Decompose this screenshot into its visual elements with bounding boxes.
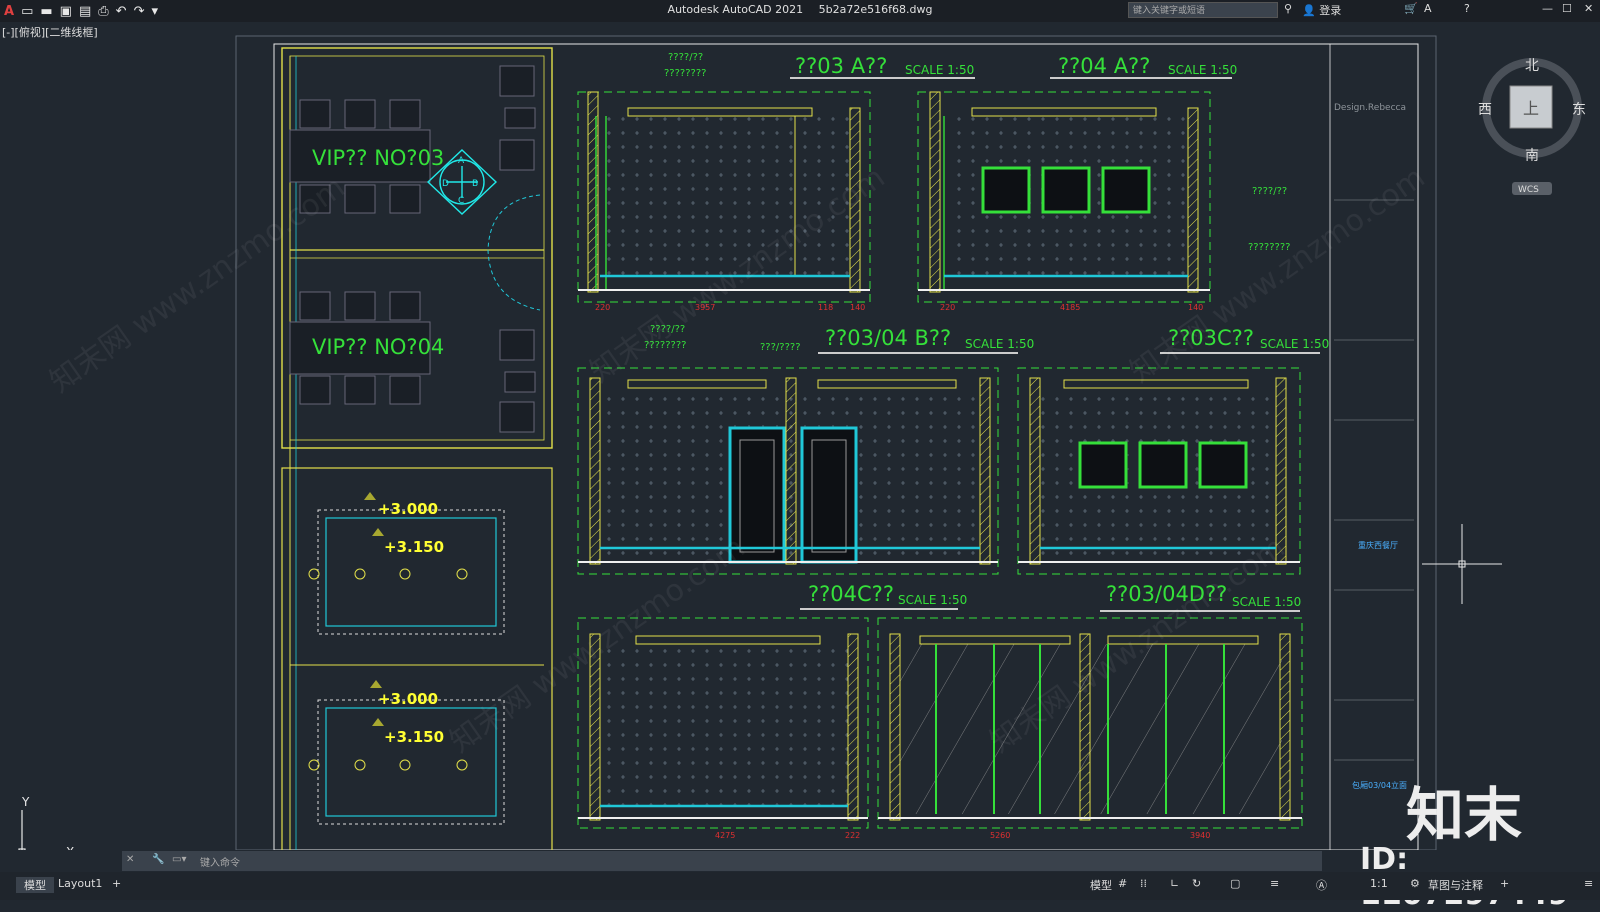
elevation-0304d: ??03/04D?? SCALE 1:50 — [877, 582, 1303, 829]
compass-east[interactable]: 东 — [1572, 102, 1586, 118]
command-line[interactable]: ✕ 🔧 ▭▾ 键入命令 — [122, 851, 1322, 871]
lineweight-icon[interactable]: ≡ — [1270, 877, 1279, 890]
ortho-icon[interactable]: ∟ — [1170, 877, 1179, 890]
elevation-04a: ??04 A?? SCALE 1:50 — [917, 54, 1237, 303]
room-label-vip04: VIP?? NO?04 — [312, 335, 444, 359]
compass-north[interactable]: 北 — [1525, 58, 1539, 74]
dim-a-4: 140 — [850, 303, 865, 312]
wcs-label: WCS — [1518, 185, 1539, 195]
title-block-project: 重庆西餐厅 — [1358, 540, 1398, 550]
elevation-scale-04a: SCALE 1:50 — [1168, 63, 1237, 77]
object-snap-icon[interactable]: ▢ — [1230, 877, 1240, 890]
ucs-y-label: Y — [21, 795, 30, 809]
elevation-title-0304b: ??03/04 B?? — [825, 326, 951, 350]
viewcube-top-label: 上 — [1523, 99, 1539, 118]
login-button[interactable]: 👤 登录 — [1302, 2, 1341, 18]
ucs-x-label: X — [66, 845, 74, 850]
ceiling-level-4: +3.150 — [384, 728, 444, 746]
dim-e-1: 5260 — [990, 831, 1010, 840]
search-icon[interactable]: ⚲ — [1284, 2, 1292, 15]
snap-icon[interactable]: ⁞⁞ — [1140, 877, 1147, 890]
window-title: Autodesk AutoCAD 2021 5b2a72e516f68.dwg — [0, 3, 1600, 16]
ceiling-level-1: +3.000 — [378, 500, 438, 518]
login-label: 登录 — [1319, 4, 1342, 17]
app-title: Autodesk AutoCAD 2021 — [667, 3, 804, 16]
dim-d-1: 4275 — [715, 831, 735, 840]
compass-south[interactable]: 南 — [1525, 148, 1539, 164]
menu-icon[interactable]: ≡ — [1584, 877, 1593, 890]
note-3: ????/?? — [1252, 186, 1287, 197]
compass-west[interactable]: 西 — [1478, 102, 1492, 118]
plus-icon[interactable]: + — [1500, 877, 1509, 890]
annotation-visibility-icon[interactable]: Ⓐ — [1316, 877, 1327, 893]
viewcube[interactable]: 上 北 南 东 西 WCS — [1478, 56, 1586, 196]
dim-b-1: 220 — [940, 303, 955, 312]
add-tab-button[interactable]: + — [112, 877, 121, 890]
title-block-brand: Design.Rebecca — [1334, 103, 1406, 113]
command-dropdown-icon[interactable]: ▭▾ — [172, 854, 186, 865]
minimize-button[interactable]: — — [1542, 2, 1553, 15]
note-2: ???????? — [664, 68, 706, 79]
dim-b-2: 4185 — [1060, 303, 1080, 312]
annotation-scale[interactable]: 1:1 — [1370, 877, 1388, 890]
tab-model[interactable]: 模型 — [16, 877, 54, 893]
grid-icon[interactable]: # — [1118, 877, 1127, 890]
wall-frames-04a — [981, 166, 1151, 214]
svg-text:C: C — [458, 196, 464, 206]
elevation-scale-0304b: SCALE 1:50 — [965, 337, 1034, 351]
workspace-switch[interactable]: 草图与注释 — [1428, 877, 1483, 893]
polar-tracking-icon[interactable]: ↻ — [1192, 877, 1201, 890]
dim-e-2: 3940 — [1190, 831, 1210, 840]
svg-text:A: A — [458, 156, 465, 166]
room-label-vip03: VIP?? NO?03 — [312, 146, 444, 170]
ceiling-level-2: +3.150 — [384, 538, 444, 556]
file-name: 5b2a72e516f68.dwg — [818, 3, 933, 16]
close-icon[interactable]: ✕ — [126, 854, 134, 865]
ucs-icon: X Y — [18, 795, 74, 850]
dim-d-2: 222 — [845, 831, 860, 840]
title-bar: A ▭ ▬ ▣ ▤ ⎙ ↶ ↷ ▾ Autodesk AutoCAD 2021 … — [0, 0, 1600, 22]
wrench-icon[interactable]: 🔧 — [152, 854, 164, 865]
cart-icon[interactable]: 🛒 — [1404, 2, 1418, 15]
help-icon[interactable]: ? — [1464, 2, 1470, 15]
gear-icon[interactable]: ⚙ — [1410, 877, 1420, 890]
dining-table-2 — [289, 291, 536, 433]
close-button[interactable]: ✕ — [1584, 2, 1593, 15]
svg-text:D: D — [442, 179, 449, 189]
dim-a-1: 220 — [595, 303, 610, 312]
elevation-scale-03c: SCALE 1:50 — [1260, 337, 1329, 351]
title-block-sheet: 包厢03/04立面 — [1352, 780, 1407, 790]
elevation-title-04c: ??04C?? — [808, 582, 894, 606]
elevation-scale-03a: SCALE 1:50 — [905, 63, 974, 77]
model-space-button[interactable]: 模型 — [1090, 877, 1112, 893]
command-input[interactable]: 键入命令 — [200, 854, 240, 869]
note-5: ???/???? — [760, 342, 801, 353]
crosshair-cursor — [1422, 524, 1502, 604]
elevation-title-03a: ??03 A?? — [795, 54, 887, 78]
drawing-canvas[interactable]: VIP?? NO?03 A B C D VIP?? NO?04 +3.000 +… — [0, 22, 1600, 850]
tab-layout1[interactable]: Layout1 — [58, 877, 102, 890]
watermark-logo: 知末 — [1406, 781, 1523, 849]
wall-frames-03c — [1078, 441, 1248, 489]
search-input[interactable]: 键入关键字或短语 — [1128, 2, 1278, 18]
dim-a-3: 118 — [818, 303, 833, 312]
svg-text:B: B — [472, 179, 478, 189]
ceiling-level-3: +3.000 — [378, 690, 438, 708]
elevation-0304b: ??03/04 B?? SCALE 1:50 — [577, 326, 1034, 575]
elevation-scale-0304d: SCALE 1:50 — [1232, 595, 1301, 609]
elevation-title-04a: ??04 A?? — [1058, 54, 1150, 78]
autodesk-app-icon[interactable]: A — [1424, 2, 1432, 15]
note-1: ????/?? — [668, 52, 703, 63]
status-bar: 模型 Layout1 + 模型 # ⁞⁞ ∟ ↻ ▢ ≡ Ⓐ 1:1 ⚙ 草图与… — [0, 872, 1600, 900]
elevation-scale-04c: SCALE 1:50 — [898, 593, 967, 607]
maximize-button[interactable]: ☐ — [1562, 2, 1572, 15]
